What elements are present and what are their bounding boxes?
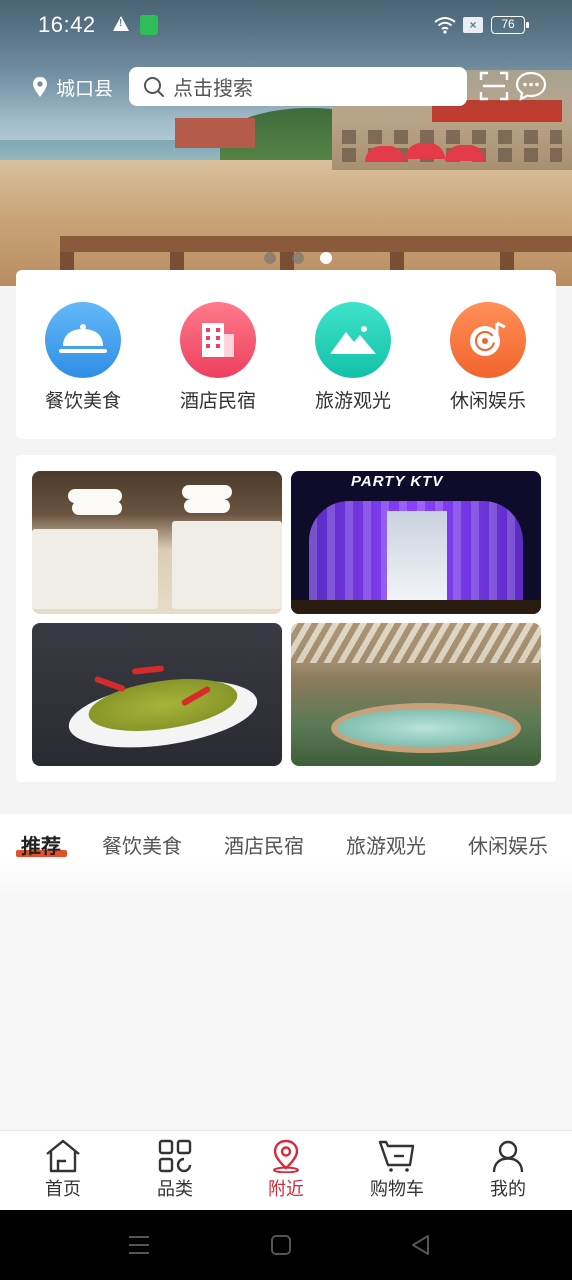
category-hotel[interactable]: 酒店民宿: [158, 302, 278, 413]
banner-building-left: [175, 118, 255, 148]
search-icon: [144, 76, 164, 97]
category-sightseeing[interactable]: 旅游观光: [293, 302, 413, 413]
category-label: 餐饮美食: [44, 391, 121, 412]
nav-label: 附近: [268, 1179, 304, 1199]
cloche-icon: [45, 302, 121, 378]
search-placeholder: 点击搜索: [173, 78, 253, 100]
search-bar[interactable]: 点击搜索: [129, 67, 467, 106]
nav-category[interactable]: 品类: [130, 1139, 220, 1201]
home-square-icon[interactable]: [270, 1234, 292, 1256]
carousel-dot-active[interactable]: [320, 252, 332, 264]
scan-icon[interactable]: [479, 71, 509, 101]
nav-label: 购物车: [370, 1179, 424, 1199]
home-icon: [46, 1139, 80, 1173]
nav-cart[interactable]: 购物车: [352, 1139, 442, 1201]
banner-fence: [60, 236, 572, 252]
back-triangle-icon[interactable]: [410, 1234, 432, 1256]
wifi-icon: [434, 17, 456, 34]
location-selector[interactable]: 城口县: [32, 72, 113, 102]
category-label: 旅游观光: [314, 391, 391, 412]
nav-label: 首页: [45, 1179, 81, 1199]
category-label: 酒店民宿: [179, 391, 256, 412]
cart-icon: [378, 1140, 415, 1172]
location-pin-icon: [33, 77, 47, 97]
app-notification-icon: [140, 15, 158, 35]
hotel-room-photo[interactable]: [32, 471, 282, 614]
warning-icon: [113, 16, 129, 31]
building-icon: [180, 302, 256, 378]
ktv-sign-text: PARTY KTV: [351, 473, 444, 490]
nav-label: 品类: [157, 1179, 193, 1199]
mountain-icon: [315, 302, 391, 378]
system-navigation-bar: [0, 1210, 572, 1280]
category-grid-icon: [158, 1139, 192, 1173]
location-pin-icon: [273, 1139, 299, 1173]
user-icon: [492, 1140, 524, 1173]
music-disc-icon: [450, 302, 526, 378]
status-bar: 16:42 × 76: [0, 0, 572, 50]
tab-dining[interactable]: 餐饮美食: [102, 830, 182, 859]
carousel-dot[interactable]: [292, 252, 304, 264]
message-icon[interactable]: [515, 70, 547, 102]
carousel-dots: [264, 252, 332, 264]
promo-grid: PARTY KTV: [16, 455, 556, 782]
status-time: 16:42: [38, 12, 96, 37]
ktv-building-photo[interactable]: PARTY KTV: [291, 471, 541, 614]
nav-label: 我的: [490, 1179, 526, 1199]
tab-entertainment[interactable]: 休闲娱乐: [468, 830, 548, 859]
location-city: 城口县: [56, 78, 114, 100]
battery-indicator: 76: [491, 16, 529, 34]
fish-dish-photo[interactable]: [32, 623, 282, 766]
nav-home[interactable]: 首页: [18, 1139, 108, 1201]
category-label: 休闲娱乐: [449, 391, 526, 412]
tab-hotel[interactable]: 酒店民宿: [224, 830, 304, 859]
carousel-dot[interactable]: [264, 252, 276, 264]
category-entertainment[interactable]: 休闲娱乐: [428, 302, 548, 413]
tab-recommended[interactable]: 推荐: [21, 830, 61, 859]
recommendation-section: [0, 814, 572, 1130]
menu-icon[interactable]: [128, 1234, 150, 1256]
tab-sightseeing[interactable]: 旅游观光: [346, 830, 426, 859]
nav-profile[interactable]: 我的: [463, 1139, 553, 1201]
category-dining[interactable]: 餐饮美食: [23, 302, 143, 413]
no-sim-icon: ×: [463, 17, 483, 33]
hot-spring-pool-photo[interactable]: [291, 623, 541, 766]
category-card: 餐饮美食 酒店民宿 旅游观光 休闲娱乐: [16, 270, 556, 439]
bottom-navigation: 首页 品类 附近 购物车 我的: [0, 1130, 572, 1210]
nav-nearby[interactable]: 附近: [241, 1139, 331, 1201]
